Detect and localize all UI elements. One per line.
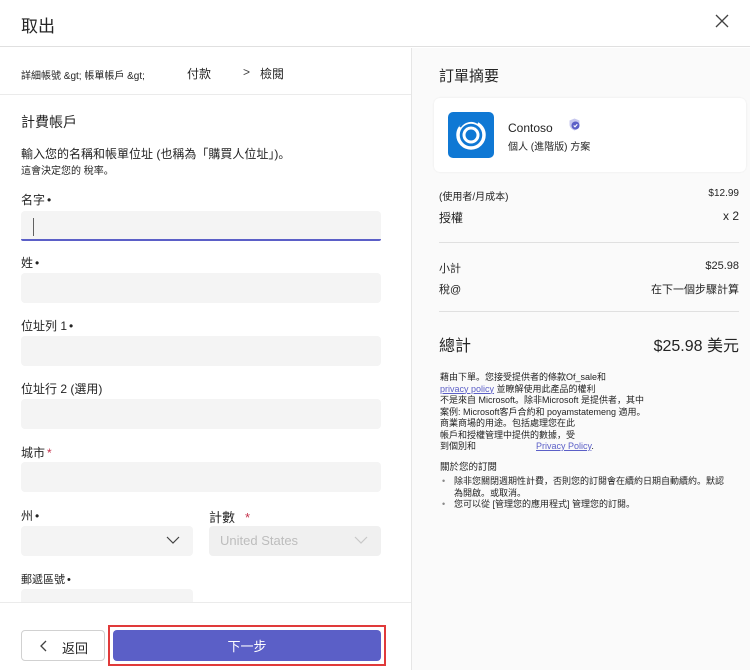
checkout-form-panel: 詳細帳號 &gt; 帳單帳戶 &gt; 付款 > 檢閱 計費帳戶 輸入您的名稱和… <box>0 48 411 670</box>
country-label: 計數 * <box>209 510 251 525</box>
form-description: 輸入您的名稱和帳單位址 (也稱為「購買人位址」)。 <box>21 147 291 161</box>
legal-text: 藉由下單。您接受提供者的條款Of_sale和 privacy policy 並瞭… <box>440 372 740 453</box>
last-name-label: 姓 • <box>21 256 40 270</box>
dialog-title: 取出 <box>21 17 55 36</box>
cost-value: $12.99 <box>708 188 739 199</box>
subtotal-value: $25.98 <box>705 260 739 272</box>
last-name-input[interactable] <box>21 273 381 303</box>
address2-label: 位址行 2 (選用) <box>21 382 103 396</box>
list-item: 您可以從 [管理您的應用程式] 管理您的訂閱。 <box>442 499 732 511</box>
breadcrumb-step-details[interactable]: 詳細帳號 &gt; 帳單帳戶 &gt; <box>21 67 145 82</box>
chevron-down-icon <box>354 536 368 544</box>
total-label: 總計 <box>439 338 472 355</box>
form-footer: 返回 下一步 <box>0 602 411 670</box>
product-card: Contoso 個人 (進階版) 方案 <box>434 98 746 172</box>
country-value: United States <box>220 533 299 548</box>
form-description-note: 這會決定您的 稅率。 <box>21 166 114 177</box>
breadcrumb-step-payment[interactable]: 付款 <box>187 65 211 82</box>
verified-shield-icon <box>569 118 580 131</box>
legal-line: 到個別和 <box>440 441 477 451</box>
tax-value: 在下一個步驟計算 <box>651 284 739 296</box>
tax-label: 稅@ <box>439 284 462 296</box>
divider <box>439 311 739 312</box>
city-input[interactable] <box>21 462 381 492</box>
back-button[interactable]: 返回 <box>21 630 105 661</box>
cost-label: (使用者/月成本) <box>439 192 509 203</box>
postal-code-label: 郵遞區號 • <box>21 574 71 586</box>
legal-line: 藉由下單。您接受提供者的條款Of_sale和 <box>440 372 607 382</box>
chevron-down-icon <box>166 536 180 544</box>
address2-input[interactable] <box>21 399 381 429</box>
about-subscription-list: 除非您關閉週期性計費，否則您的訂閱會在續約日期自動續約。默認為開啟。或取消。 您… <box>442 476 732 511</box>
privacy-policy-link[interactable]: privacy policy <box>440 384 494 394</box>
about-subscription-title: 關於您的訂閱 <box>440 462 498 473</box>
billing-form: 計費帳戶 輸入您的名稱和帳單位址 (也稱為「購買人位址」)。 這會決定您的 稅率… <box>0 96 411 602</box>
list-item: 除非您關閉週期性計費，否則您的訂閱會在續約日期自動續約。默認為開啟。或取消。 <box>442 476 732 499</box>
product-name: Contoso <box>508 121 553 135</box>
legal-line: 不是來自 Microsoft。除非Microsoft 是提供者，其中 <box>440 395 645 405</box>
state-label: 州 • <box>21 509 40 523</box>
legal-line: 商業商場的用途。包括處理您在此 <box>440 418 576 428</box>
highlight-box: 下一步 <box>108 625 386 666</box>
product-plan: 個人 (進階版) 方案 <box>508 142 591 153</box>
address1-label: 位址列 1 • <box>21 319 74 333</box>
order-summary-title: 訂單摘要 <box>439 68 500 85</box>
legal-line: 並瞭解使用此產品的權利 <box>494 383 596 394</box>
close-icon <box>715 14 729 28</box>
licenses-label: 授權 <box>439 211 464 225</box>
country-select[interactable]: United States <box>209 526 381 556</box>
legal-period: . <box>591 441 594 451</box>
dialog-header: 取出 <box>0 0 750 47</box>
chevron-left-icon <box>40 640 47 652</box>
postal-code-input[interactable] <box>21 589 193 602</box>
total-value: $25.98 美元 <box>653 338 739 355</box>
state-select[interactable] <box>21 526 193 556</box>
text-caret <box>33 218 34 236</box>
legal-line: 案例: Microsoft客戶合約和 poyamstatemeng 適用。 <box>440 406 646 417</box>
next-button[interactable]: 下一步 <box>113 630 381 661</box>
breadcrumb: 詳細帳號 &gt; 帳單帳戶 &gt; 付款 > 檢閱 <box>0 48 411 95</box>
legal-line: 帳戶和授權管理中提供的數據，受 <box>440 429 576 440</box>
first-name-input[interactable] <box>21 211 381 241</box>
chevron-right-icon: > <box>243 65 251 79</box>
privacy-policy-link-2[interactable]: Privacy Policy <box>536 441 591 451</box>
subtotal-label: 小計 <box>439 263 461 275</box>
close-button[interactable] <box>712 11 732 31</box>
order-summary-panel: 訂單摘要 Contoso 個人 (進階版) 方案 (使用者/月成本) $12.9… <box>411 48 750 670</box>
address1-input[interactable] <box>21 336 381 366</box>
city-label: 城市 * <box>21 446 52 460</box>
licenses-value: x 2 <box>722 209 739 223</box>
first-name-label: 名字 • <box>21 193 52 207</box>
section-title: 計費帳戶 <box>21 114 77 130</box>
divider <box>439 242 739 243</box>
contoso-logo-icon <box>448 112 494 158</box>
breadcrumb-step-review[interactable]: 檢閱 <box>260 65 284 82</box>
back-button-label: 返回 <box>62 641 89 656</box>
